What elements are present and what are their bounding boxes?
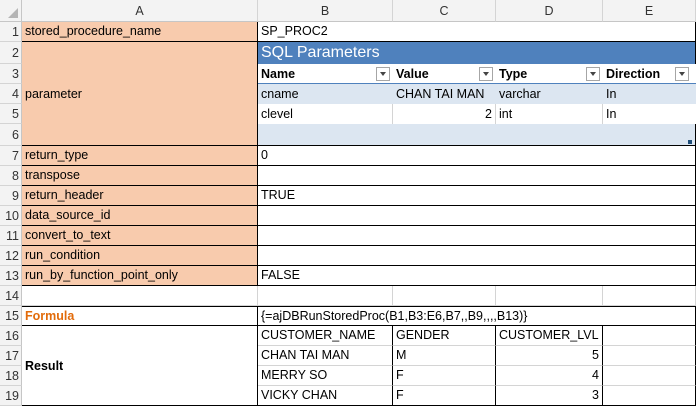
row-header-11[interactable]: 11 bbox=[0, 226, 22, 246]
row-header-15[interactable]: 15 bbox=[0, 306, 22, 326]
result-cell-lvl[interactable]: 5 bbox=[496, 346, 603, 366]
label-formula[interactable]: Formula bbox=[22, 306, 258, 326]
row-header-2[interactable]: 2 bbox=[0, 42, 22, 64]
row-header-7[interactable]: 7 bbox=[0, 146, 22, 166]
result-cell-gender[interactable]: F bbox=[393, 366, 496, 386]
row-header-9[interactable]: 9 bbox=[0, 186, 22, 206]
row-header-1[interactable]: 1 bbox=[0, 22, 22, 42]
result-cell-gender[interactable]: F bbox=[393, 386, 496, 406]
result-cell-gender[interactable]: M bbox=[393, 346, 496, 366]
result-header-customer-lvl[interactable]: CUSTOMER_LVL bbox=[496, 326, 603, 346]
filter-dropdown-icon[interactable] bbox=[479, 67, 493, 81]
sql-cell-name[interactable]: cname bbox=[258, 84, 393, 104]
sql-empty-row[interactable] bbox=[258, 124, 696, 146]
sql-cell-type[interactable]: varchar bbox=[496, 84, 603, 104]
sql-cell-name[interactable]: clevel bbox=[258, 104, 393, 124]
sql-cell-type[interactable]: int bbox=[496, 104, 603, 124]
row-header-17[interactable]: 17 bbox=[0, 346, 22, 366]
cell-e16[interactable] bbox=[603, 326, 696, 346]
sql-cell-value[interactable]: CHAN TAI MAN bbox=[393, 84, 496, 104]
filter-dropdown-icon[interactable] bbox=[675, 67, 689, 81]
row-header-13[interactable]: 13 bbox=[0, 266, 22, 286]
row-header-3[interactable]: 3 bbox=[0, 64, 22, 84]
row-header-8[interactable]: 8 bbox=[0, 166, 22, 186]
row-header-19[interactable]: 19 bbox=[0, 386, 22, 406]
select-all-icon bbox=[8, 8, 18, 18]
sql-parameters-title: SQL Parameters bbox=[258, 42, 696, 64]
sql-header-value[interactable]: Value bbox=[393, 64, 496, 84]
sql-cell-value[interactable]: 2 bbox=[393, 104, 496, 124]
sql-header-value-label: Value bbox=[396, 67, 429, 81]
label-return-header[interactable]: return_header bbox=[22, 186, 258, 206]
row-header-10[interactable]: 10 bbox=[0, 206, 22, 226]
sql-header-name[interactable]: Name bbox=[258, 64, 393, 84]
label-convert-to-text[interactable]: convert_to_text bbox=[22, 226, 258, 246]
value-stored-procedure-name[interactable]: SP_PROC2 bbox=[258, 22, 696, 42]
value-transpose[interactable] bbox=[258, 166, 696, 186]
row-header-16[interactable]: 16 bbox=[0, 326, 22, 346]
sql-header-direction-label: Direction bbox=[606, 67, 661, 81]
cell-e18[interactable] bbox=[603, 366, 696, 386]
cell-d14[interactable] bbox=[496, 286, 603, 306]
cell-e14[interactable] bbox=[603, 286, 696, 306]
row-header-4[interactable]: 4 bbox=[0, 84, 22, 104]
value-return-type[interactable]: 0 bbox=[258, 146, 696, 166]
value-convert-to-text[interactable] bbox=[258, 226, 696, 246]
cell-b14[interactable] bbox=[258, 286, 393, 306]
label-result[interactable]: Result bbox=[22, 326, 258, 406]
column-header-e[interactable]: E bbox=[603, 0, 696, 22]
label-run-by-function-point-only[interactable]: run_by_function_point_only bbox=[22, 266, 258, 286]
filter-dropdown-icon[interactable] bbox=[376, 67, 390, 81]
label-transpose[interactable]: transpose bbox=[22, 166, 258, 186]
result-cell-lvl[interactable]: 3 bbox=[496, 386, 603, 406]
label-stored-procedure-name[interactable]: stored_procedure_name bbox=[22, 22, 258, 42]
column-header-c[interactable]: C bbox=[393, 0, 496, 22]
table-resize-handle[interactable] bbox=[688, 140, 692, 144]
result-cell-name[interactable]: VICKY CHAN bbox=[258, 386, 393, 406]
cell-e17[interactable] bbox=[603, 346, 696, 366]
result-header-customer-name[interactable]: CUSTOMER_NAME bbox=[258, 326, 393, 346]
cell-c14[interactable] bbox=[393, 286, 496, 306]
select-all-corner[interactable] bbox=[0, 0, 22, 22]
label-parameter[interactable]: parameter bbox=[22, 42, 258, 146]
result-header-gender[interactable]: GENDER bbox=[393, 326, 496, 346]
row-header-18[interactable]: 18 bbox=[0, 366, 22, 386]
cell-e19[interactable] bbox=[603, 386, 696, 406]
sql-header-name-label: Name bbox=[261, 67, 296, 81]
sql-header-type-label: Type bbox=[499, 67, 528, 81]
value-formula[interactable]: {=ajDBRunStoredProc(B1,B3:E6,B7,,B9,,,,B… bbox=[258, 306, 696, 326]
row-header-5[interactable]: 5 bbox=[0, 104, 22, 124]
label-return-type[interactable]: return_type bbox=[22, 146, 258, 166]
value-run-by-function-point-only[interactable]: FALSE bbox=[258, 266, 696, 286]
value-return-header[interactable]: TRUE bbox=[258, 186, 696, 206]
cell-a14[interactable] bbox=[22, 286, 258, 306]
sql-cell-direction-label: In bbox=[606, 107, 617, 121]
result-cell-name[interactable]: CHAN TAI MAN bbox=[258, 346, 393, 366]
value-run-condition[interactable] bbox=[258, 246, 696, 266]
row-header-14[interactable]: 14 bbox=[0, 286, 22, 306]
label-run-condition[interactable]: run_condition bbox=[22, 246, 258, 266]
result-cell-name[interactable]: MERRY SO bbox=[258, 366, 393, 386]
row-header-6[interactable]: 6 bbox=[0, 124, 22, 146]
column-header-b[interactable]: B bbox=[258, 0, 393, 22]
column-header-d[interactable]: D bbox=[496, 0, 603, 22]
sql-cell-direction[interactable]: In bbox=[603, 104, 696, 124]
sql-header-direction[interactable]: Direction bbox=[603, 64, 696, 84]
value-data-source-id[interactable] bbox=[258, 206, 696, 226]
sql-cell-direction[interactable]: In bbox=[603, 84, 696, 104]
filter-dropdown-icon[interactable] bbox=[586, 67, 600, 81]
column-header-a[interactable]: A bbox=[22, 0, 258, 22]
sql-header-type[interactable]: Type bbox=[496, 64, 603, 84]
row-header-12[interactable]: 12 bbox=[0, 246, 22, 266]
result-cell-lvl[interactable]: 4 bbox=[496, 366, 603, 386]
spreadsheet[interactable]: A B C D E 1 2 3 4 5 6 7 8 9 10 11 12 13 … bbox=[0, 0, 696, 409]
label-data-source-id[interactable]: data_source_id bbox=[22, 206, 258, 226]
